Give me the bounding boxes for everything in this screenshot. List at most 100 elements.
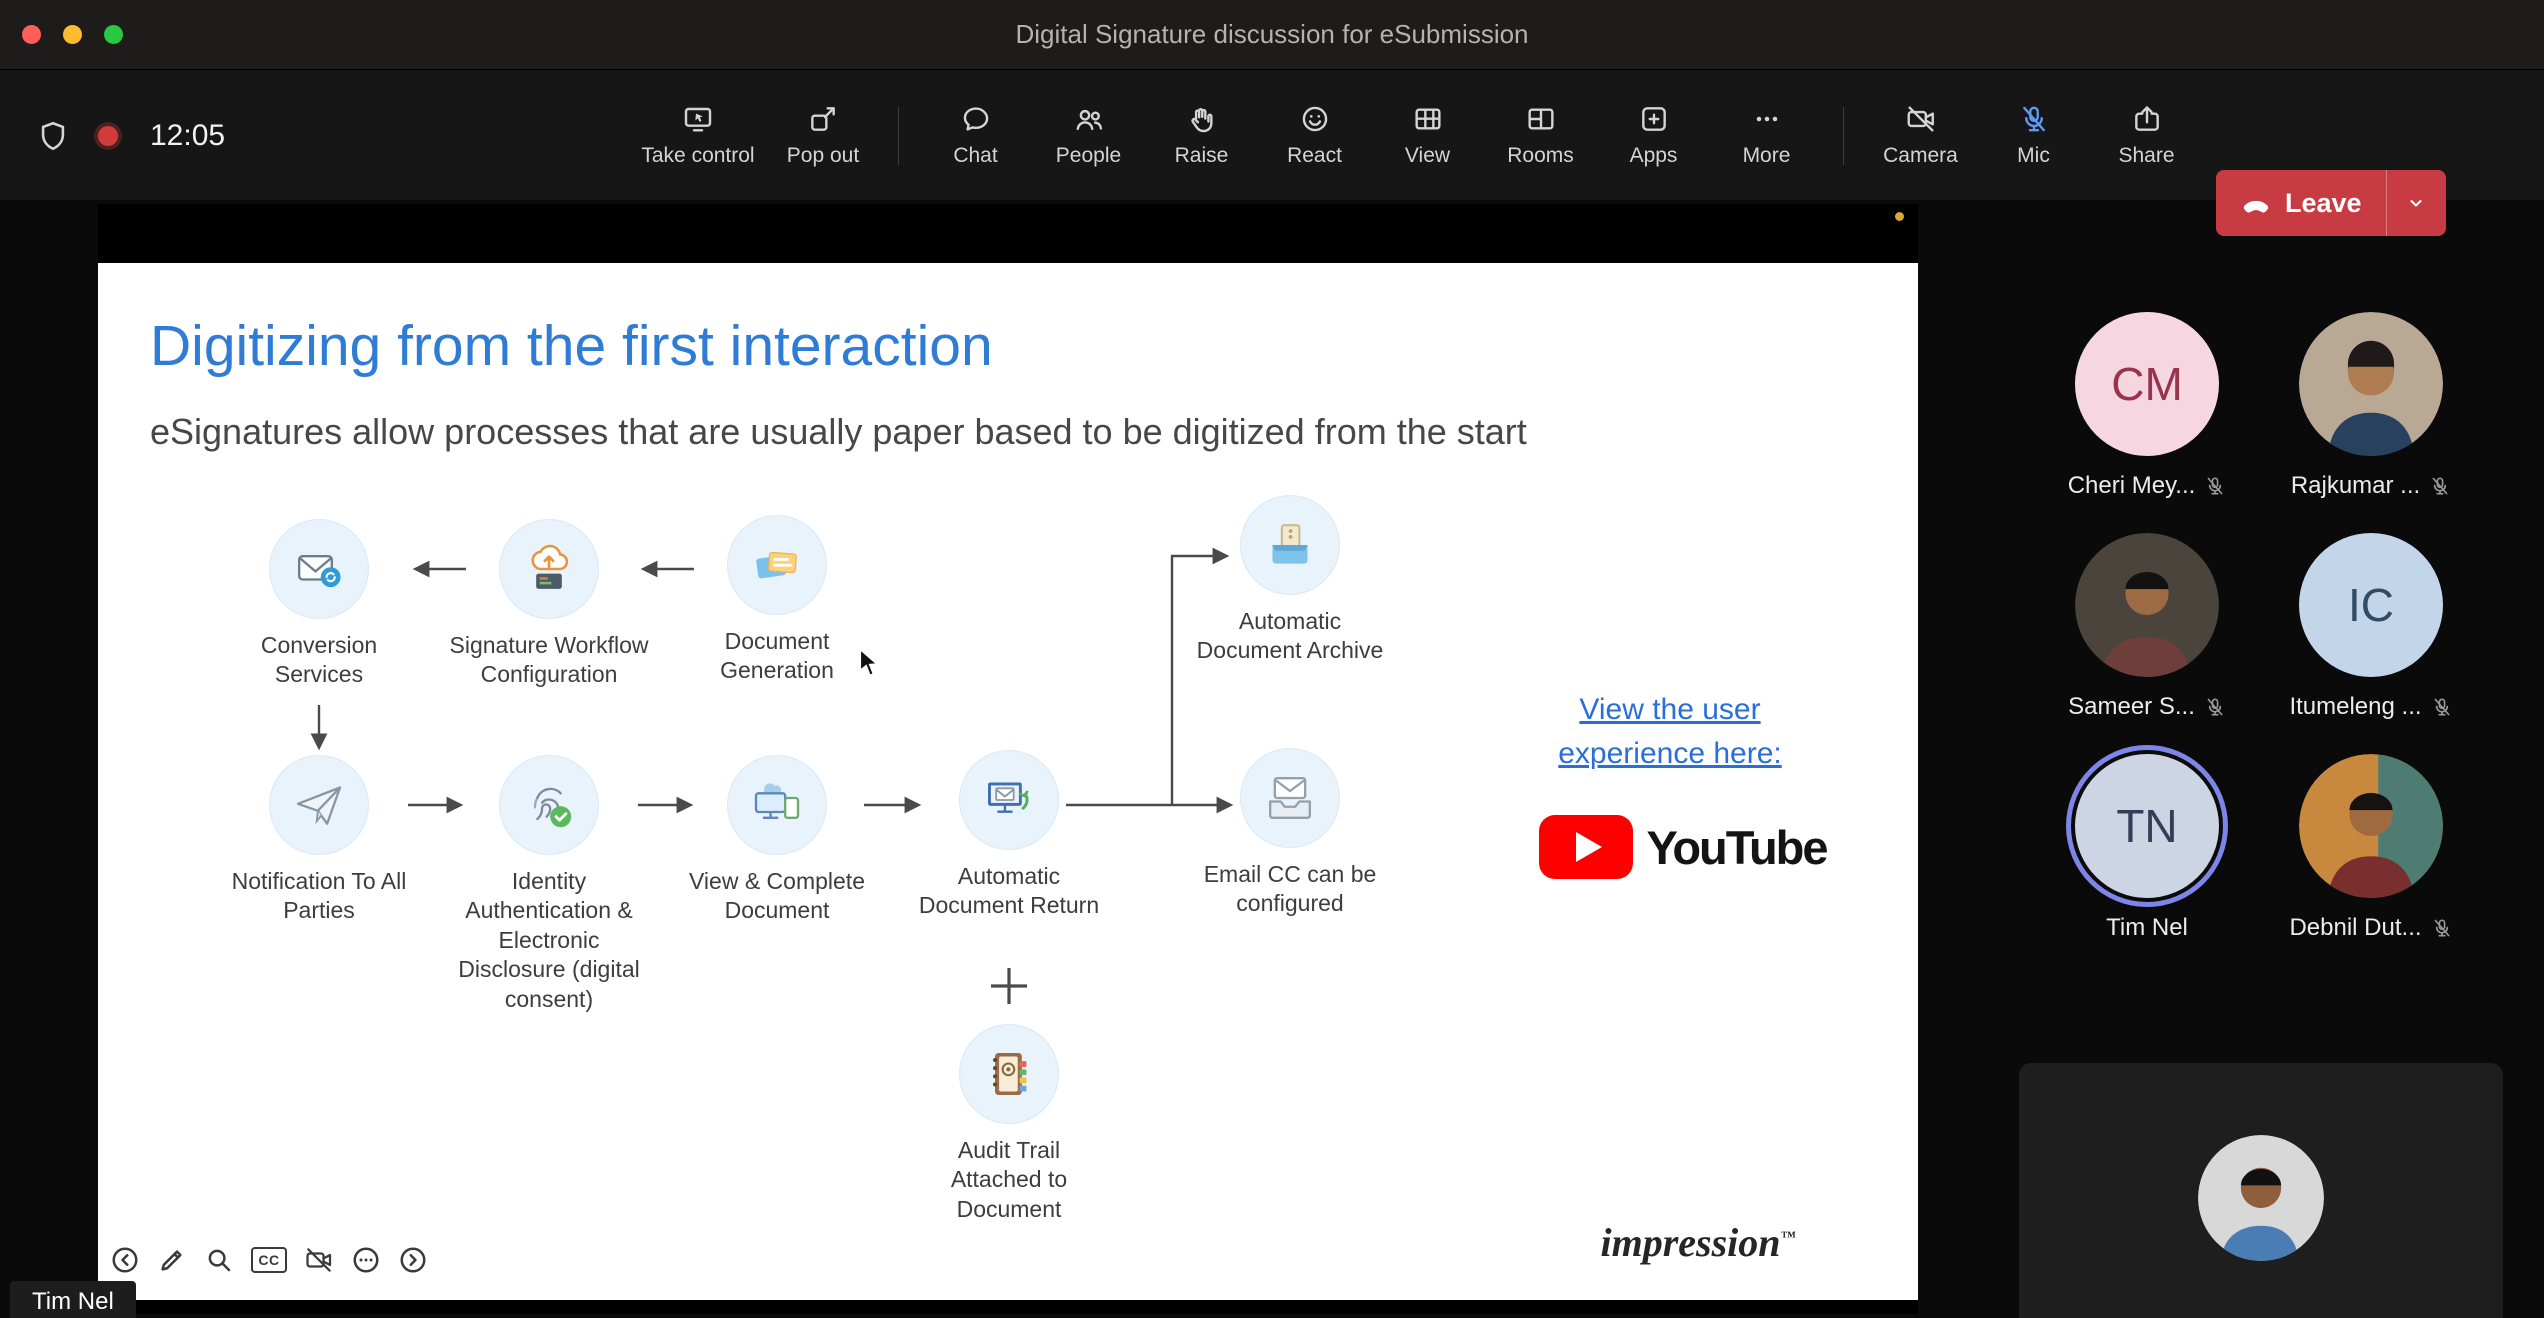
node-label: Conversion Services (234, 631, 404, 690)
chat-button[interactable]: Chat (919, 70, 1032, 201)
more-button[interactable]: More (1710, 70, 1823, 201)
slide-subtitle: eSignatures allow processes that are usu… (150, 411, 1527, 453)
flow-node-notification: Notification To All Parties (219, 755, 419, 926)
youtube-wordmark: YouTube (1646, 820, 1826, 875)
rooms-icon (1525, 103, 1557, 135)
node-label: Automatic Document Archive (1185, 607, 1395, 666)
participant-tile[interactable]: IC Itumeleng ... (2266, 533, 2476, 721)
camera-off-icon (1905, 103, 1937, 135)
self-avatar (2198, 1135, 2324, 1261)
mic-button[interactable]: Mic (1977, 70, 2090, 201)
share-icon (2131, 103, 2163, 135)
recording-indicator (98, 126, 118, 146)
view-experience-link[interactable]: View the user experience here: (1510, 688, 1830, 775)
slide: Digitizing from the first interaction eS… (98, 263, 1918, 1300)
youtube-play-icon (1539, 815, 1633, 879)
toolbar-divider (898, 107, 899, 165)
cloud-upload-icon (521, 541, 577, 597)
node-label: Audit Trail Attached to Document (924, 1136, 1094, 1224)
pen-tool-button[interactable] (157, 1245, 187, 1275)
raise-hand-button[interactable]: Raise (1145, 70, 1258, 201)
apps-button[interactable]: Apps (1597, 70, 1710, 201)
devices-cloud-icon (749, 777, 805, 833)
documents-icon (749, 537, 805, 593)
self-photo (2198, 1135, 2324, 1261)
titlebar: Digital Signature discussion for eSubmis… (0, 0, 2544, 69)
leave-phone-icon (2240, 187, 2272, 219)
flow-node-automatic-document-archive: Automatic Document Archive (1185, 495, 1395, 666)
flow-node-document-generation: Document Generation (692, 515, 862, 686)
pop-out-icon (807, 103, 839, 135)
flow-node-conversion-services: Conversion Services (234, 519, 404, 690)
flow-node-signature-workflow: Signature Workflow Configuration (444, 519, 654, 690)
mouse-cursor-icon (858, 648, 885, 679)
avatar: TN (2075, 754, 2219, 898)
flow-node-identity-authentication: Identity Authentication & Electronic Dis… (444, 755, 654, 1014)
react-button[interactable]: React (1258, 70, 1371, 201)
participant-tile[interactable]: CM Cheri Mey... (2042, 312, 2252, 500)
camera-button[interactable]: Camera (1864, 70, 1977, 201)
leave-button[interactable]: Leave (2216, 170, 2386, 236)
teams-meeting-window: Digital Signature discussion for eSubmis… (0, 0, 2544, 1318)
people-button[interactable]: People (1032, 70, 1145, 201)
mic-muted-icon (2431, 696, 2453, 718)
share-button[interactable]: Share (2090, 70, 2203, 201)
apps-icon (1638, 103, 1670, 135)
window-title: Digital Signature discussion for eSubmis… (0, 0, 2544, 69)
node-label: Identity Authentication & Electronic Dis… (444, 867, 654, 1014)
fingerprint-check-icon (521, 777, 577, 833)
participant-name: Rajkumar ... (2291, 472, 2420, 500)
more-tools-button[interactable] (351, 1245, 381, 1275)
flow-node-view-complete-document: View & Complete Document (672, 755, 882, 926)
shared-screen-region: Digitizing from the first interaction eS… (98, 204, 1918, 1314)
participant-tile[interactable]: Sameer S... (2042, 533, 2252, 721)
zoom-tool-button[interactable] (204, 1245, 234, 1275)
slide-controls: CC (110, 1245, 428, 1275)
participant-tile[interactable]: Rajkumar ... (2266, 312, 2476, 500)
participant-tile[interactable]: Debnil Dut... (2266, 754, 2476, 942)
participant-name: Debnil Dut... (2289, 914, 2421, 942)
take-control-button[interactable]: Take control (628, 70, 768, 201)
call-timer: 12:05 (150, 119, 225, 153)
envelope-sync-icon (291, 541, 347, 597)
mic-muted-icon (2204, 696, 2226, 718)
participant-photo (2299, 312, 2443, 456)
shield-icon (36, 119, 70, 153)
more-ellipsis-icon (1751, 103, 1783, 135)
participant-tile[interactable]: TN Tim Nel (2042, 754, 2252, 942)
meeting-toolbar: 12:05 Take control Pop out (0, 69, 2544, 200)
monitor-mail-icon (981, 772, 1037, 828)
leave-button-group: Leave (2216, 170, 2446, 236)
node-label: View & Complete Document (672, 867, 882, 926)
annotation-dot (1895, 212, 1904, 221)
chevron-down-icon (2402, 189, 2430, 217)
node-label: Email CC can be configured (1190, 860, 1390, 919)
flow-node-automatic-document-return: Automatic Document Return (909, 750, 1109, 921)
next-slide-button[interactable] (398, 1245, 428, 1275)
pop-out-button[interactable]: Pop out (768, 70, 878, 201)
avatar: IC (2299, 533, 2443, 677)
toolbar-divider (1843, 107, 1844, 165)
slide-title: Digitizing from the first interaction (150, 313, 993, 379)
node-label: Document Generation (692, 627, 862, 686)
presenter-name-label: Tim Nel (10, 1281, 136, 1318)
node-label: Automatic Document Return (909, 862, 1109, 921)
rooms-button[interactable]: Rooms (1484, 70, 1597, 201)
avatar (2075, 533, 2219, 677)
paper-plane-icon (291, 777, 347, 833)
previous-slide-button[interactable] (110, 1245, 140, 1275)
leave-options-button[interactable] (2386, 170, 2446, 236)
self-video-tile[interactable] (2019, 1063, 2503, 1318)
cc-button[interactable]: CC (251, 1247, 287, 1273)
impression-logo: impression™ (1548, 1219, 1848, 1266)
view-grid-icon (1412, 103, 1444, 135)
participant-name: Itumeleng ... (2289, 693, 2421, 721)
view-button[interactable]: View (1371, 70, 1484, 201)
mic-muted-icon (2018, 103, 2050, 135)
people-icon (1073, 103, 1105, 135)
flow-node-email-cc: Email CC can be configured (1190, 748, 1390, 919)
camera-off-tool-button[interactable] (304, 1245, 334, 1275)
node-label: Signature Workflow Configuration (444, 631, 654, 690)
raise-hand-icon (1186, 103, 1218, 135)
participant-photo (2299, 754, 2443, 898)
